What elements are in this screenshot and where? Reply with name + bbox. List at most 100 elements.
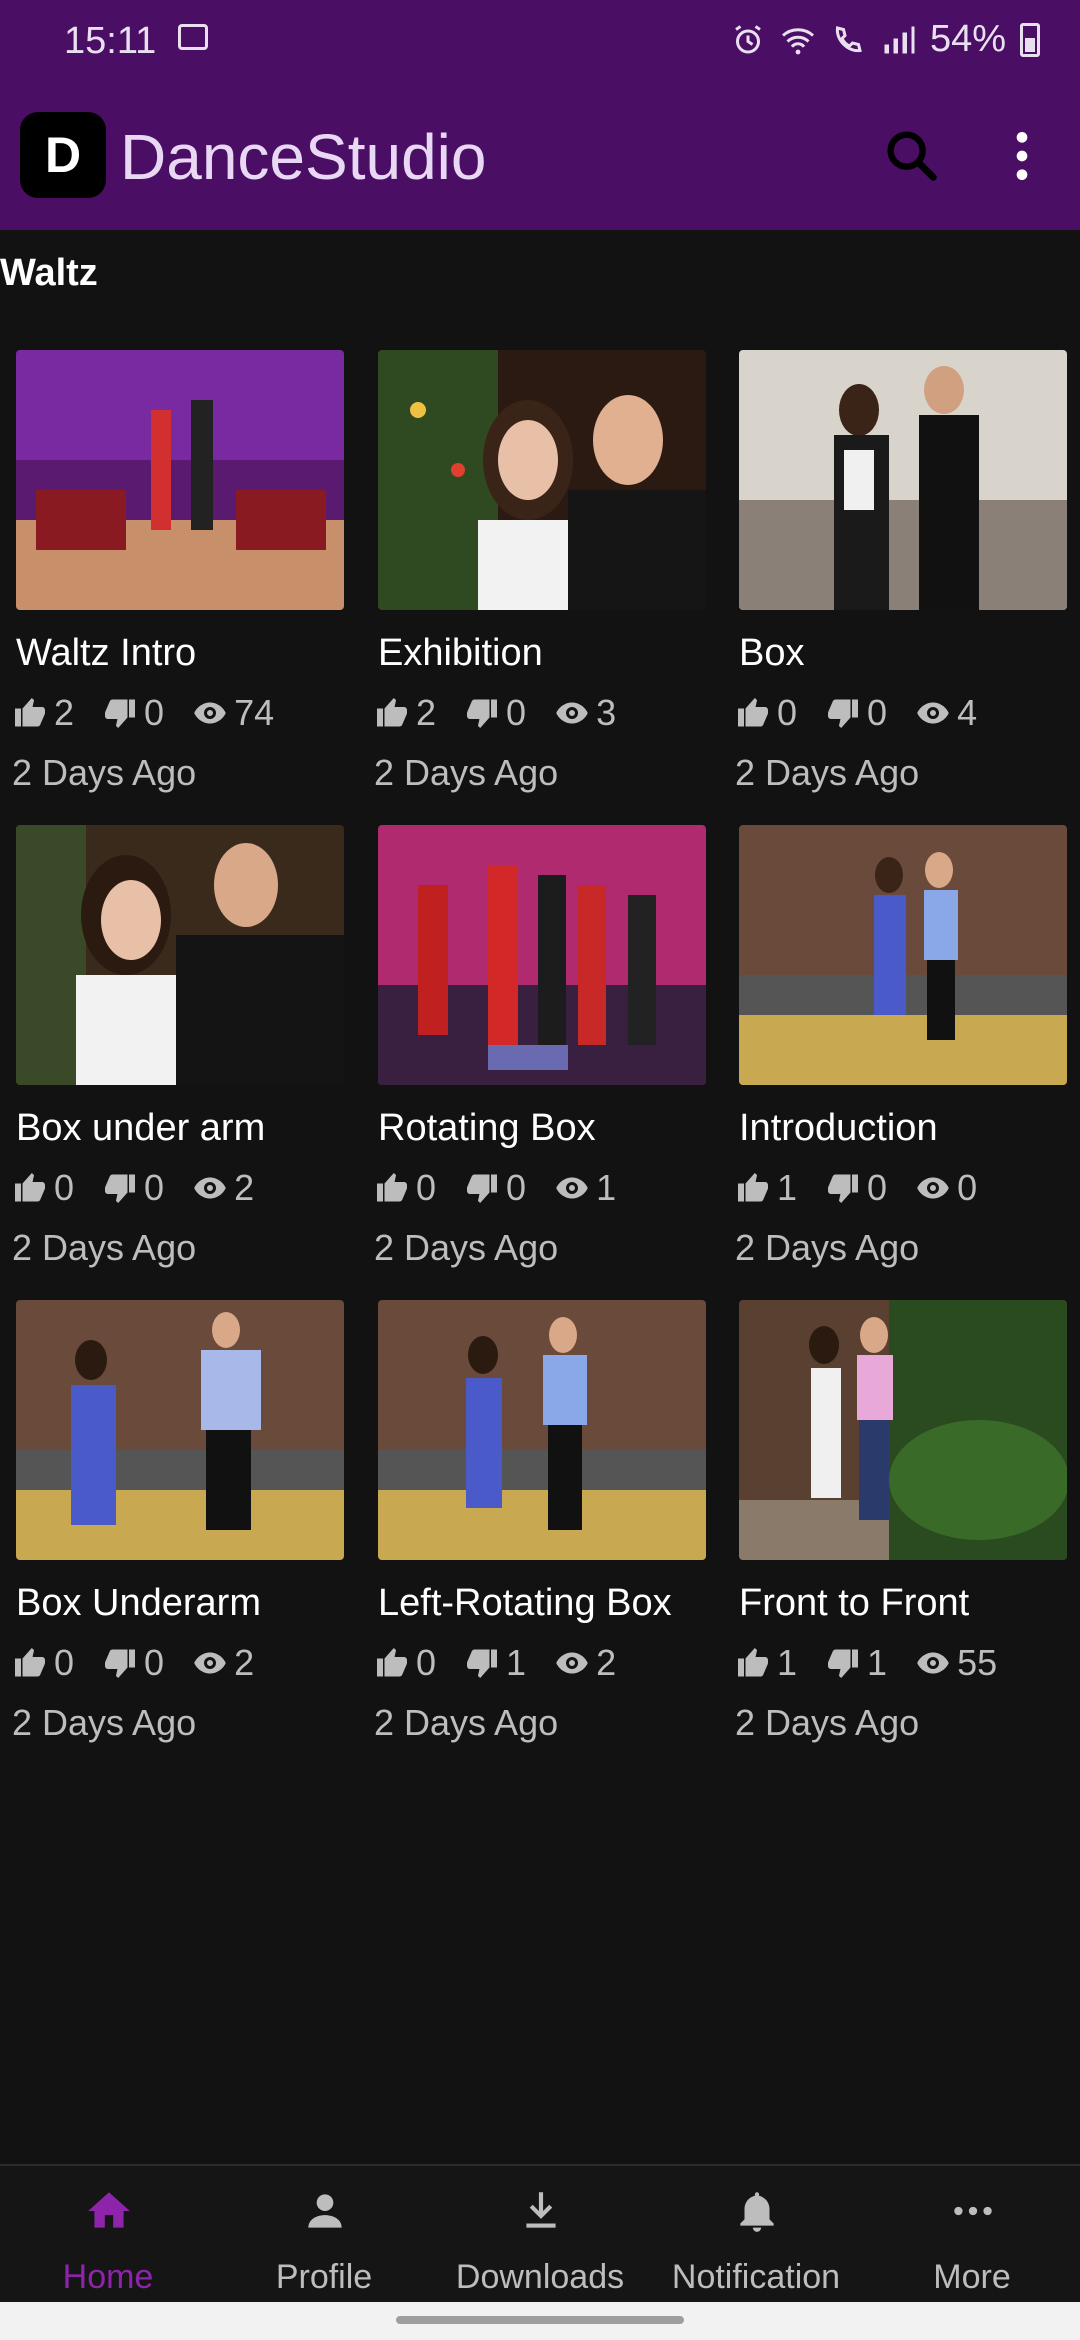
gallery-icon: [178, 24, 208, 50]
video-stats: 1 1 55: [735, 1642, 997, 1684]
eye-icon: [917, 1652, 949, 1674]
nav-more[interactable]: More: [864, 2166, 1080, 2304]
video-title: Introduction: [739, 1107, 938, 1149]
video-thumbnail[interactable]: [739, 350, 1067, 610]
thumbs-up-icon[interactable]: [735, 1170, 771, 1206]
eye-icon: [556, 1652, 588, 1674]
thumbs-up-icon[interactable]: [374, 1170, 410, 1206]
video-thumbnail[interactable]: [16, 825, 344, 1085]
eye-icon: [194, 702, 226, 724]
likes-count: 1: [777, 1642, 798, 1683]
status-time: 15:11: [64, 20, 157, 62]
dislikes-count: 1: [506, 1642, 527, 1683]
home-icon: [88, 2192, 130, 2228]
thumbs-down-icon[interactable]: [102, 1170, 138, 1206]
thumbs-up-icon[interactable]: [374, 695, 410, 731]
video-card[interactable]: Box Underarm 0 0 2 2 Days Ago: [0, 1300, 344, 1743]
video-stats: 0 0 2: [12, 1167, 254, 1209]
thumbs-down-icon[interactable]: [102, 695, 138, 731]
dislikes-count: 1: [867, 1642, 888, 1683]
overflow-menu-icon[interactable]: [990, 124, 1054, 188]
nav-label: Notification: [671, 2258, 841, 2296]
nav-profile[interactable]: Profile: [216, 2166, 432, 2304]
thumbs-up-icon[interactable]: [12, 695, 48, 731]
views-count: 0: [957, 1167, 978, 1208]
status-bar: 15:11 54%: [0, 0, 1080, 84]
likes-count: 0: [54, 1642, 75, 1683]
nav-home[interactable]: Home: [0, 2166, 216, 2304]
upload-age: 2 Days Ago: [374, 1702, 559, 1743]
thumbs-up-icon[interactable]: [735, 1645, 771, 1681]
thumbs-up-icon[interactable]: [735, 695, 771, 731]
video-stats: 0 0 1: [374, 1167, 616, 1209]
video-thumbnail[interactable]: [739, 825, 1067, 1085]
eye-icon: [194, 1177, 226, 1199]
person-icon: [308, 2194, 342, 2228]
bottom-navigation: Home Profile Downloads Notification More: [0, 2164, 1080, 2304]
search-icon[interactable]: [880, 124, 944, 188]
video-thumbnail[interactable]: [378, 350, 706, 610]
video-stats: 0 0 2: [12, 1642, 254, 1684]
section-title: Waltz: [0, 252, 98, 294]
views-count: 74: [234, 692, 275, 733]
dislikes-count: 0: [867, 1167, 888, 1208]
video-title: Front to Front: [739, 1582, 970, 1624]
video-card[interactable]: Box 0 0 4 2 Days Ago: [723, 350, 1067, 793]
gesture-bar-area: [0, 2302, 1080, 2340]
battery-icon: [1020, 22, 1040, 57]
video-title: Box under arm: [16, 1107, 266, 1149]
video-thumbnail[interactable]: [378, 825, 706, 1085]
dislikes-count: 0: [144, 1642, 165, 1683]
thumbs-down-icon[interactable]: [825, 695, 861, 731]
video-card[interactable]: Waltz Intro 2 0 74 2 Days Ago: [0, 350, 344, 793]
video-stats: 2 0 74: [12, 692, 274, 734]
video-title: Left-Rotating Box: [378, 1582, 672, 1624]
views-count: 2: [596, 1642, 617, 1683]
more-horizontal-icon: [954, 2206, 992, 2216]
video-card[interactable]: Introduction 1 0 0 2 Days Ago: [723, 825, 1067, 1268]
video-thumbnail[interactable]: [16, 1300, 344, 1560]
app-title: DanceStudio: [120, 121, 487, 193]
video-card[interactable]: Box under arm 0 0 2 2 Days Ago: [0, 825, 344, 1268]
video-stats: 0 1 2: [374, 1642, 616, 1684]
thumbs-down-icon[interactable]: [464, 695, 500, 731]
upload-age: 2 Days Ago: [374, 752, 559, 793]
nav-label: Home: [62, 2258, 154, 2296]
thumbs-up-icon[interactable]: [12, 1170, 48, 1206]
app-bar: D DanceStudio: [0, 84, 1080, 230]
dislikes-count: 0: [144, 1167, 165, 1208]
bell-icon: [740, 2192, 774, 2232]
video-stats: 0 0 4: [735, 692, 977, 734]
video-card[interactable]: Rotating Box 0 0 1 2 Days Ago: [362, 825, 706, 1268]
thumbs-down-icon[interactable]: [825, 1645, 861, 1681]
app-logo-letter: D: [44, 127, 82, 183]
thumbs-down-icon[interactable]: [464, 1170, 500, 1206]
video-thumbnail[interactable]: [739, 1300, 1067, 1560]
video-card[interactable]: Left-Rotating Box 0 1 2 2 Days Ago: [362, 1300, 706, 1743]
home-gesture-handle[interactable]: [396, 2316, 684, 2324]
thumbs-down-icon[interactable]: [102, 1645, 138, 1681]
nav-label: Profile: [275, 2258, 373, 2296]
signal-icon: [884, 26, 915, 53]
nav-label: More: [933, 2258, 1011, 2296]
thumbs-down-icon[interactable]: [825, 1170, 861, 1206]
thumbs-up-icon[interactable]: [12, 1645, 48, 1681]
nav-notification[interactable]: Notification: [648, 2166, 864, 2304]
thumbs-up-icon[interactable]: [374, 1645, 410, 1681]
nav-downloads[interactable]: Downloads: [432, 2166, 648, 2304]
views-count: 55: [957, 1642, 998, 1683]
dislikes-count: 0: [867, 692, 888, 733]
video-card[interactable]: Front to Front 1 1 55 2 Days Ago: [723, 1300, 1067, 1743]
eye-icon: [917, 702, 949, 724]
video-card[interactable]: Exhibition 2 0 3 2 Days Ago: [362, 350, 706, 793]
video-thumbnail[interactable]: [378, 1300, 706, 1560]
alarm-icon: [735, 24, 761, 53]
thumbs-down-icon[interactable]: [464, 1645, 500, 1681]
upload-age: 2 Days Ago: [735, 1702, 920, 1743]
video-thumbnail[interactable]: [16, 350, 344, 610]
likes-count: 2: [54, 692, 75, 733]
eye-icon: [556, 1177, 588, 1199]
eye-icon: [556, 702, 588, 724]
video-stats: 2 0 3: [374, 692, 616, 734]
dislikes-count: 0: [144, 692, 165, 733]
